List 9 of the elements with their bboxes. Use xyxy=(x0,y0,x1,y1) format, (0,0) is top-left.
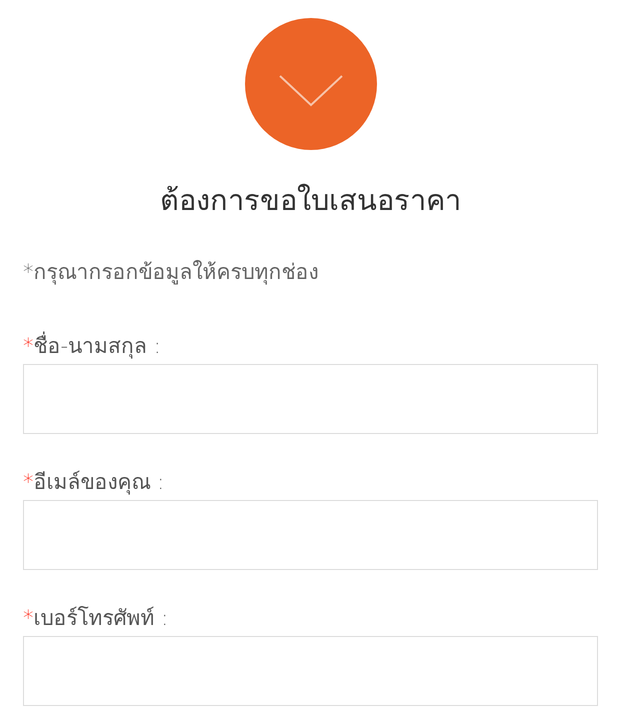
form-title: ต้องการขอใบเสนอราคา xyxy=(160,182,461,218)
input-field[interactable] xyxy=(23,364,598,434)
input-field[interactable] xyxy=(23,500,598,570)
required-note: *กรุณากรอกข้อมูลให้ครบทุกช่อง xyxy=(23,259,320,286)
field-label: *อีเมล์ของคุณ : xyxy=(23,469,164,496)
field-label: *เบอร์โทรศัพท์ : xyxy=(23,605,168,632)
chevron-down-icon[interactable] xyxy=(244,18,376,150)
input-field[interactable] xyxy=(23,636,598,706)
field-label: *ชื่อ-นามสกุล : xyxy=(23,332,161,360)
